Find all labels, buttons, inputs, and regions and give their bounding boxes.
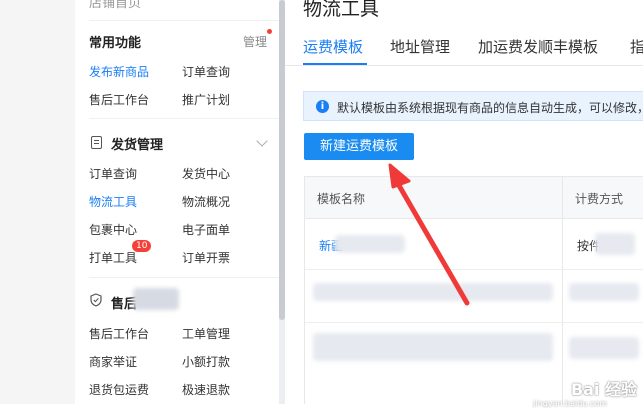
divider bbox=[89, 20, 279, 21]
sidebar-item-logistics-tools[interactable]: 物流工具 bbox=[89, 193, 137, 210]
sidebar-top-cut-item[interactable]: 店铺首页 bbox=[89, 0, 141, 11]
sidebar-item-order-query-2[interactable]: 订单查询 bbox=[89, 165, 137, 182]
sidebar-item-fast-refund[interactable]: 极速退款 bbox=[182, 381, 230, 398]
sidebar-item-publish-product[interactable]: 发布新商品 bbox=[89, 63, 149, 80]
shield-icon bbox=[90, 293, 102, 307]
chevron-down-icon[interactable] bbox=[256, 135, 268, 147]
section-title-shipping[interactable]: 发货管理 bbox=[111, 134, 163, 153]
blurred-region bbox=[133, 288, 179, 310]
divider bbox=[89, 277, 279, 278]
count-badge: 10 bbox=[132, 240, 152, 252]
sidebar-item-package-center[interactable]: 包裹中心 bbox=[89, 221, 137, 238]
sidebar-item-aftersale-workbench[interactable]: 售后工作台 bbox=[89, 91, 149, 108]
sidebar-item-logistics-overview[interactable]: 物流概况 bbox=[182, 193, 230, 210]
sidebar-item-ticket-management[interactable]: 工单管理 bbox=[182, 325, 230, 342]
main-content: 物流工具 运费模板 地址管理 加运费发顺丰模板 指 i 默认模板由系统根据现有商… bbox=[285, 0, 643, 404]
sidebar-item-merchant-evidence[interactable]: 商家举证 bbox=[89, 353, 137, 370]
manage-link[interactable]: 管理 bbox=[243, 33, 267, 50]
sidebar-item-order-invoice[interactable]: 订单开票 bbox=[182, 249, 230, 266]
annotation-arrow bbox=[388, 163, 470, 306]
page-left-gutter bbox=[0, 0, 75, 404]
sidebar-item-return-shipping-insurance[interactable]: 退货包运费 bbox=[89, 381, 149, 398]
section-title-common: 常用功能 bbox=[89, 36, 142, 51]
watermark-logo: Bai 经验 bbox=[570, 380, 637, 399]
sidebar-item-small-payment[interactable]: 小额打款 bbox=[182, 353, 230, 370]
sidebar-item-aftersale-workbench-2[interactable]: 售后工作台 bbox=[89, 325, 149, 342]
sidebar-item-print-tool[interactable]: 打单工具 bbox=[89, 249, 137, 266]
sidebar-item-order-query[interactable]: 订单查询 bbox=[182, 63, 230, 80]
divider bbox=[89, 118, 279, 119]
document-icon bbox=[91, 136, 102, 149]
sidebar: 店铺首页 常用功能 管理 发布新商品 订单查询 售后工作台 推广计划 发货管理 … bbox=[75, 0, 283, 404]
sidebar-item-shipping-center[interactable]: 发货中心 bbox=[182, 165, 230, 182]
sidebar-item-promotion-plan[interactable]: 推广计划 bbox=[182, 91, 230, 108]
sidebar-item-electronic-waybill[interactable]: 电子面单 bbox=[182, 221, 230, 238]
notification-dot bbox=[267, 29, 272, 34]
